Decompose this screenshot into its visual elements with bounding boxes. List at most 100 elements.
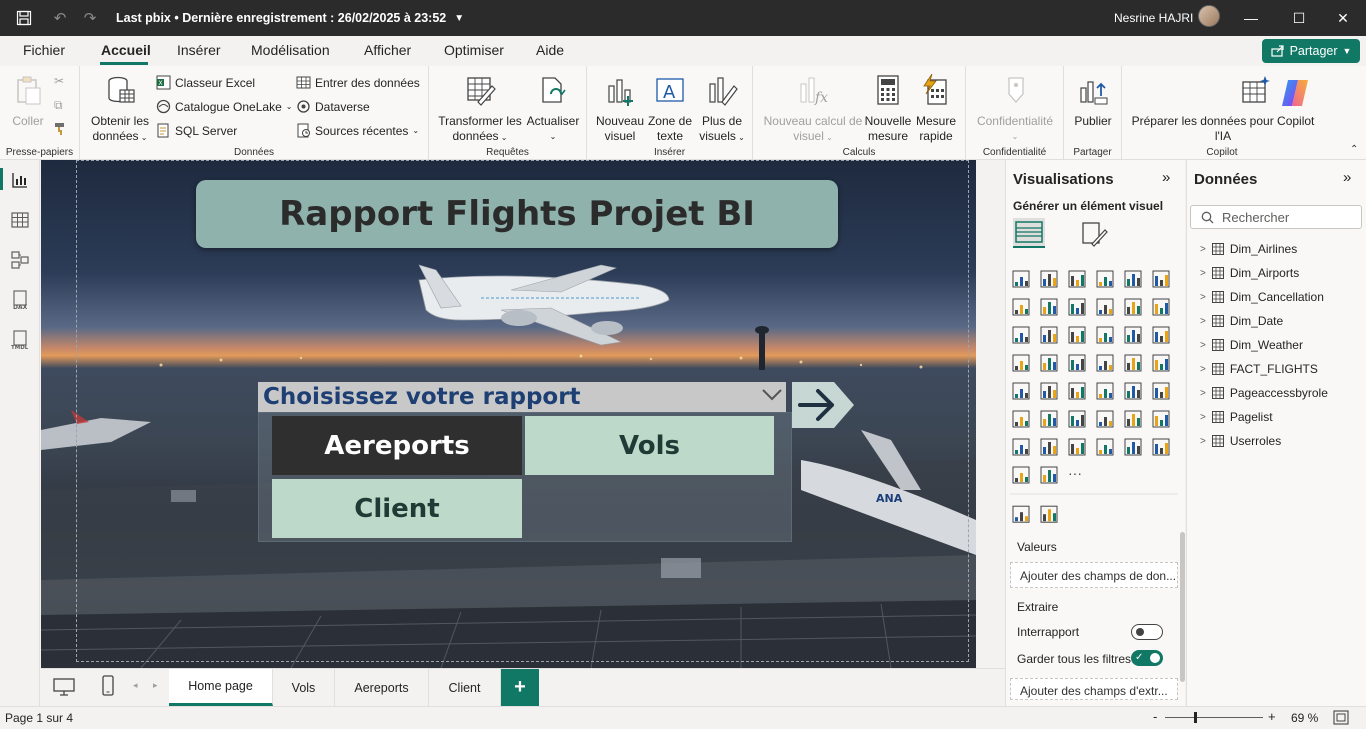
100-column-icon[interactable] <box>1152 270 1170 288</box>
narrative-icon[interactable] <box>1124 410 1142 428</box>
key-influencers-icon[interactable] <box>1040 410 1058 428</box>
line-column-icon[interactable] <box>1124 298 1142 316</box>
zoom-in-icon[interactable]: + <box>1268 709 1276 724</box>
undo-icon[interactable]: ↶ <box>48 6 72 30</box>
table-item[interactable]: > Pageaccessbyrole <box>1200 386 1328 400</box>
table-item[interactable]: > Dim_Cancellation <box>1200 290 1324 304</box>
maximize-icon[interactable]: ☐ <box>1276 0 1322 36</box>
line-chart-icon[interactable] <box>1012 298 1030 316</box>
visual-types-gallery[interactable]: ··· <box>1010 268 1180 528</box>
copilot-button[interactable] <box>1278 76 1312 110</box>
menu-fichier[interactable]: Fichier <box>23 42 65 58</box>
excel-workbook-button[interactable]: X Classeur Excel <box>156 75 255 90</box>
funnel-icon[interactable] <box>1040 326 1058 344</box>
menu-accueil[interactable]: Accueil <box>101 42 151 58</box>
donut-chart-icon[interactable] <box>1152 326 1170 344</box>
add-page-button[interactable]: + <box>501 669 539 706</box>
r-visual-icon[interactable] <box>1152 382 1170 400</box>
button-slicer-icon[interactable] <box>1068 438 1086 456</box>
vols-button[interactable]: Vols <box>525 416 774 475</box>
qa-icon[interactable] <box>1096 410 1114 428</box>
desktop-layout-icon[interactable] <box>53 677 75 697</box>
stacked-bar-icon[interactable] <box>1012 270 1030 288</box>
tab-aereports[interactable]: Aereports <box>335 669 429 706</box>
tab-client[interactable]: Client <box>429 669 501 706</box>
custom-visual-icon[interactable] <box>1040 505 1058 523</box>
collapse-pane-icon[interactable]: » <box>1162 169 1170 186</box>
chevron-right-icon[interactable]: > <box>1200 412 1206 423</box>
stacked-area-icon[interactable] <box>1068 298 1086 316</box>
menu-afficher[interactable]: Afficher <box>364 42 411 58</box>
menu-aide[interactable]: Aide <box>536 42 564 58</box>
get-more-visuals-icon[interactable] <box>1012 505 1030 523</box>
clustered-bar-icon[interactable] <box>1068 270 1086 288</box>
dax-query-view-icon[interactable]: DAX <box>10 290 30 310</box>
arrow-chevron-icon[interactable] <box>1040 466 1058 484</box>
values-field-well[interactable]: Ajouter des champs de don... <box>1010 562 1178 588</box>
100-bar-icon[interactable] <box>1124 270 1142 288</box>
fit-to-page-icon[interactable] <box>1333 710 1349 725</box>
onelake-catalog-button[interactable]: Catalogue OneLake ⌄ <box>156 99 292 114</box>
slicer-icon[interactable] <box>1068 382 1086 400</box>
minimize-icon[interactable]: — <box>1228 0 1274 36</box>
chevron-right-icon[interactable]: > <box>1200 268 1206 279</box>
table-item[interactable]: > Dim_Airlines <box>1200 242 1297 256</box>
menu-optimiser[interactable]: Optimiser <box>444 42 504 58</box>
table-item[interactable]: > Pagelist <box>1200 410 1273 424</box>
file-title[interactable]: Last pbix • Dernière enregistrement : 26… <box>116 11 446 25</box>
model-view-icon[interactable] <box>10 250 30 270</box>
new-measure-button[interactable]: Nouvelle mesure <box>863 74 913 144</box>
chevron-right-icon[interactable]: ▸ <box>153 680 158 691</box>
zoom-out-icon[interactable]: - <box>1153 709 1157 724</box>
format-visual-icon[interactable] <box>1080 220 1108 248</box>
table-item[interactable]: > Dim_Airports <box>1200 266 1299 280</box>
mobile-layout-icon[interactable] <box>101 675 115 697</box>
matrix-icon[interactable] <box>1124 382 1142 400</box>
chevron-right-icon[interactable]: > <box>1200 340 1206 351</box>
chevron-down-icon[interactable] <box>760 384 784 406</box>
tmdl-view-icon[interactable]: TMDL <box>10 330 30 350</box>
copy-icon[interactable]: ⧉ <box>54 98 63 113</box>
table-item[interactable]: > Dim_Weather <box>1200 338 1303 352</box>
gauge-icon[interactable] <box>1124 354 1142 372</box>
azure-map-icon[interactable] <box>1096 354 1114 372</box>
power-apps-icon[interactable] <box>1152 438 1170 456</box>
dataverse-button[interactable]: Dataverse <box>296 99 370 114</box>
format-painter-icon[interactable] <box>54 122 68 136</box>
table-item[interactable]: > Userroles <box>1200 434 1281 448</box>
chevron-right-icon[interactable]: > <box>1200 436 1206 447</box>
save-icon[interactable] <box>12 6 36 30</box>
power-automate-icon[interactable] <box>1012 466 1030 484</box>
keep-filters-toggle[interactable]: ✓ <box>1131 650 1163 666</box>
tab-vols[interactable]: Vols <box>273 669 335 706</box>
client-button[interactable]: Client <box>272 479 522 538</box>
line-stacked-column-icon[interactable] <box>1152 298 1170 316</box>
table-item[interactable]: > FACT_FLIGHTS <box>1200 362 1318 376</box>
pie-chart-icon[interactable] <box>1124 326 1142 344</box>
scatter-icon[interactable] <box>1096 326 1114 344</box>
map-icon[interactable] <box>1040 354 1058 372</box>
sql-server-button[interactable]: SQL Server <box>156 123 237 138</box>
table-visual-icon[interactable] <box>1096 382 1114 400</box>
text-slicer-icon[interactable] <box>1124 438 1142 456</box>
sensitivity-button[interactable]: Confidentialité ⌄ <box>972 74 1058 144</box>
chevron-right-icon[interactable]: > <box>1200 244 1206 255</box>
build-visual-tab[interactable] <box>1013 218 1045 248</box>
ribbon-chart-icon[interactable] <box>1096 298 1114 316</box>
quick-measure-button[interactable]: Mesure rapide <box>913 73 959 144</box>
chevron-right-icon[interactable]: > <box>1200 388 1206 399</box>
aereports-button[interactable]: Aereports <box>272 416 522 475</box>
enter-data-button[interactable]: Entrer des données <box>296 75 420 90</box>
more-visuals-button[interactable]: Plus de visuels ⌄ <box>695 74 749 145</box>
drillthrough-field-well[interactable]: Ajouter des champs d'extr... <box>1010 678 1178 700</box>
transform-data-button[interactable]: Transformer les données ⌄ <box>437 74 523 145</box>
decomposition-tree-icon[interactable] <box>1068 410 1086 428</box>
collapse-data-pane-icon[interactable]: » <box>1343 169 1351 186</box>
python-visual-icon[interactable] <box>1012 410 1030 428</box>
navigate-arrow-button[interactable] <box>792 382 854 428</box>
close-icon[interactable]: ✕ <box>1320 0 1366 36</box>
get-data-button[interactable]: Obtenir les données ⌄ <box>88 74 152 145</box>
more-visuals-icon[interactable]: ··· <box>1068 465 1082 481</box>
report-view-icon[interactable] <box>10 170 30 190</box>
search-input[interactable]: Rechercher <box>1190 205 1362 229</box>
